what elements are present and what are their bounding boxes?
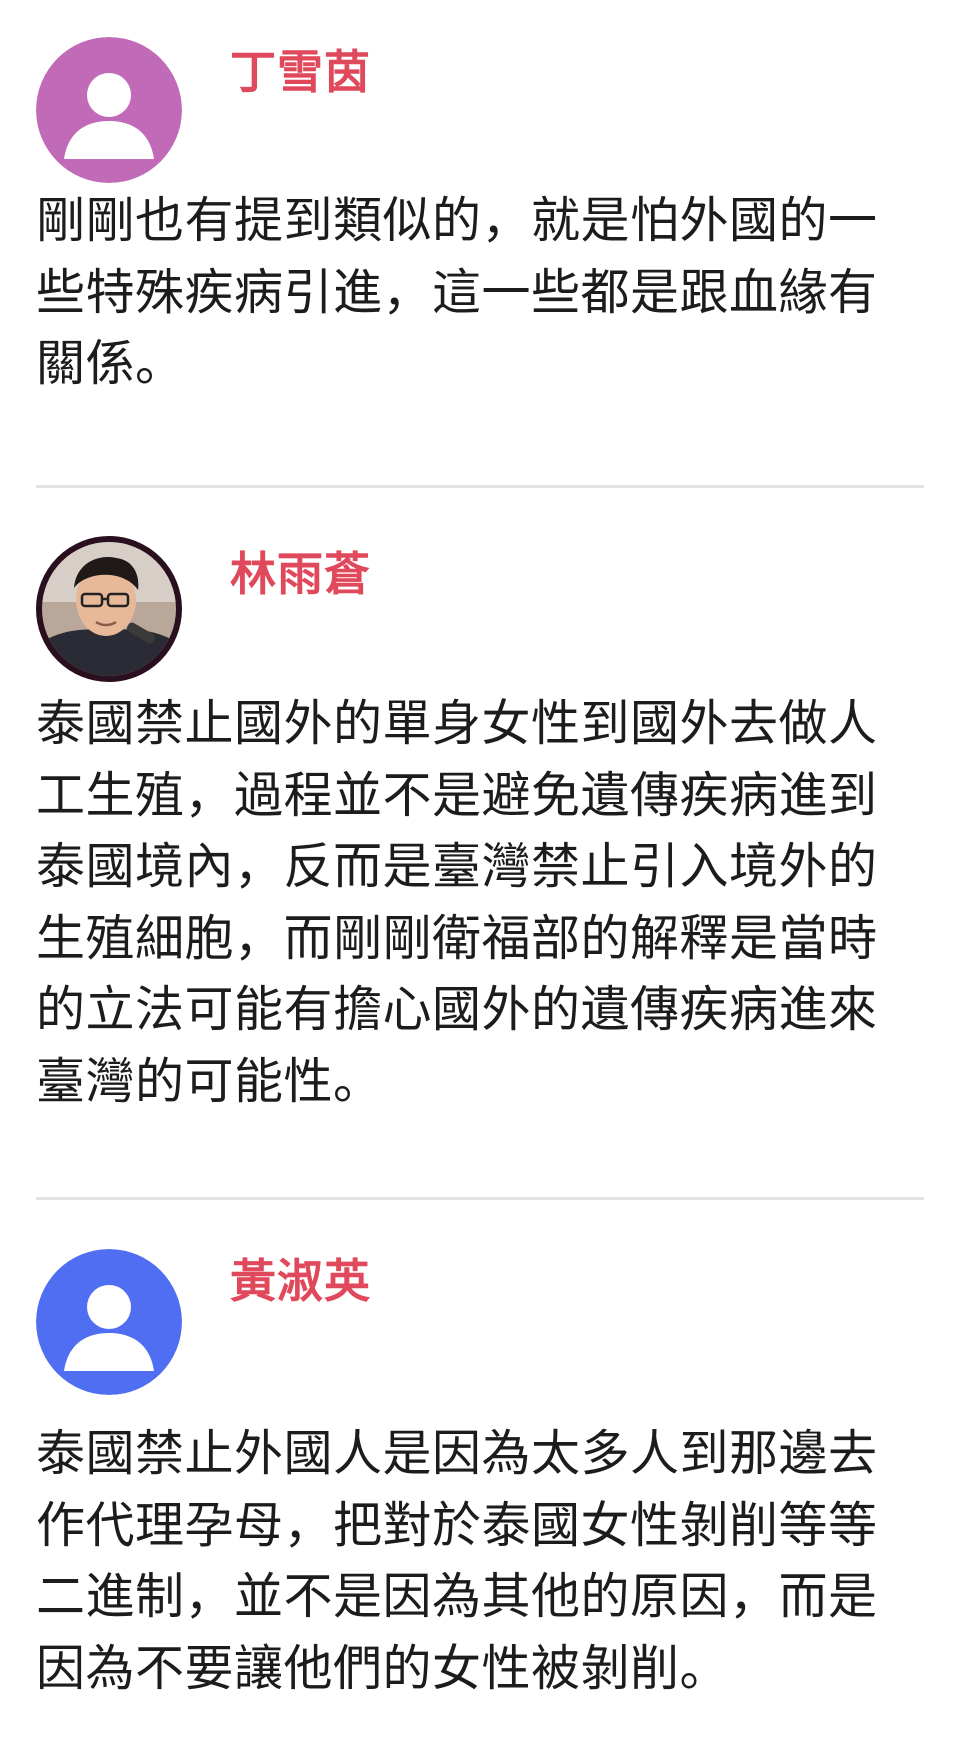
speech-text: 泰國禁止國外的單身女性到國外去做人工生殖，過程並不是避免遺傳疾病進到泰國境內，反… bbox=[36, 695, 878, 1110]
speaker-name[interactable]: 丁雪茵 bbox=[230, 44, 371, 100]
speech-text: 剛剛也有提到類似的，就是怕外國的一些特殊疾病引進，這一些都是跟血緣有關係。 bbox=[36, 192, 878, 392]
user-avatar-icon[interactable] bbox=[36, 37, 182, 183]
speaker-name[interactable]: 林雨蒼 bbox=[230, 546, 371, 602]
user-avatar-icon[interactable] bbox=[36, 1249, 182, 1395]
speaker-photo-avatar[interactable] bbox=[36, 536, 182, 682]
speech-entry: 黃淑英 泰國禁止外國人是因為太多人到那邊去作代理孕母，把對於泰國女性剝削等等二進… bbox=[36, 1200, 924, 1753]
speech-entry: 丁雪茵 剛剛也有提到類似的，就是怕外國的一些特殊疾病引進，這一些都是跟血緣有關係… bbox=[36, 0, 924, 488]
speech-entry: 林雨蒼 泰國禁止國外的單身女性到國外去做人工生殖，過程並不是避免遺傳疾病進到泰國… bbox=[36, 488, 924, 1200]
speech-text: 泰國禁止外國人是因為太多人到那邊去作代理孕母，把對於泰國女性剝削等等二進制，並不… bbox=[36, 1425, 878, 1697]
speaker-name[interactable]: 黃淑英 bbox=[230, 1253, 371, 1309]
speech-thread: 丁雪茵 剛剛也有提到類似的，就是怕外國的一些特殊疾病引進，這一些都是跟血緣有關係… bbox=[36, 0, 924, 1753]
